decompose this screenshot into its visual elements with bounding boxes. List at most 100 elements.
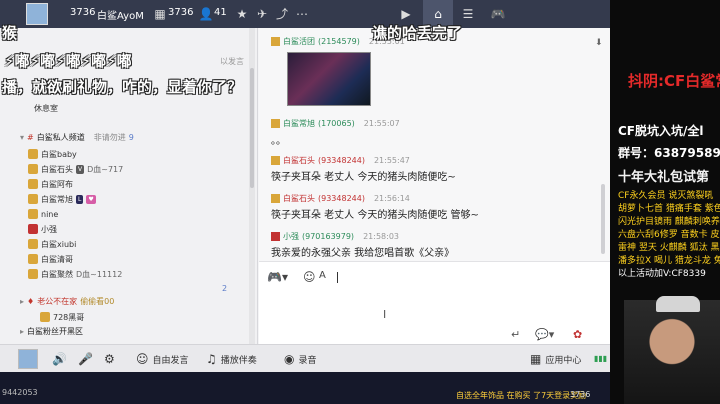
mouse-cursor-icon: I (383, 308, 387, 321)
stream-line-2: 群号：63879589 (618, 146, 720, 160)
member-name: 白鲨baby (41, 149, 77, 159)
member-row[interactable]: 白鲨石头 V D血~717 (28, 163, 123, 175)
share-icon[interactable]: ⤴ (274, 6, 290, 22)
scroll-thumb[interactable] (601, 184, 605, 254)
sender-name[interactable]: 白鲨活团 (283, 36, 315, 47)
member-row[interactable]: 白鲨xiubi (28, 238, 76, 250)
sender-name[interactable]: 白鲨石头 (283, 155, 315, 166)
free-speak-button[interactable]: ☺ 自由发言 (136, 352, 189, 366)
stream-yellow-line: 胡萝卜七首 猎痛手套 紫色 (618, 204, 720, 214)
vip-icon (271, 119, 280, 128)
gear-icon: ⚙ (104, 352, 115, 366)
chat-bubble-icon[interactable]: 💬▾ (535, 328, 554, 341)
room-number-small: 3736 (570, 390, 591, 399)
vip-icon (28, 194, 38, 204)
ad-banner-text: 自选全年饰品 在购买 了7天登录奖励 (456, 391, 587, 400)
group2-count: 2 (222, 284, 228, 293)
my-avatar[interactable] (18, 349, 38, 369)
member-row[interactable]: 白鲨baby (28, 148, 77, 160)
record-button[interactable]: ◉ 录音 (284, 352, 317, 366)
member-badge: D血~717 (87, 164, 124, 174)
app-center-button[interactable]: ▦ 应用中心 (530, 352, 581, 366)
danmaku-text: ⚡嘟⚡嘟⚡嘟⚡嘟⚡嘟 (4, 52, 132, 70)
speaker-icon: 🔊 (52, 352, 67, 366)
live-icon[interactable]: ▶ (398, 6, 414, 22)
sender-id: (970163979) (302, 232, 355, 241)
vip-icon (28, 209, 38, 219)
flower-icon[interactable]: ✿ (573, 328, 582, 341)
left-scrollbar[interactable] (249, 28, 255, 344)
group-note: 非请勿进 (93, 133, 126, 142)
expand-icon: ▸ (20, 327, 25, 336)
danmaku-text: 谯的哈丢完了 (372, 24, 463, 42)
message-body: 。。 (271, 136, 286, 147)
chat-input-area[interactable]: 🎮▾ ☺ A I ↵ 💬▾ ✿ (259, 262, 610, 344)
accompaniment-button[interactable]: ♫ 播放伴奏 (206, 352, 257, 366)
group-count: 9 (128, 133, 134, 142)
member-name: 728黑哥 (53, 312, 85, 322)
scroll-thumb[interactable] (250, 68, 254, 188)
record-icon: ◉ (284, 352, 295, 366)
member-row[interactable]: 728黑哥 (40, 311, 84, 323)
fans-group[interactable]: ▸ 白鲨粉丝开黑区 (20, 326, 83, 337)
member-name: 白鲨石头 (41, 164, 73, 174)
member-row[interactable]: nine (28, 208, 58, 220)
second-group[interactable]: ▸ ♦ 老公不在家 偷偷看00 (20, 296, 114, 307)
sender-name[interactable]: 白鲨常旭 (283, 118, 315, 129)
vip-icon (28, 179, 38, 189)
member-row[interactable]: 白鲨阿布 (28, 178, 73, 190)
plane-icon[interactable]: ✈ (254, 6, 270, 22)
sender-id: (170065) (318, 119, 355, 128)
fans-group-title: 白鲨粉丝开黑区 (27, 327, 84, 336)
member-name: 白鲨阿布 (41, 179, 73, 189)
member-row[interactable]: 白鲨常旭 L ♥ (28, 193, 96, 205)
stream-yellow-line: CF永久会员 说灭煞裂吼 (618, 191, 714, 201)
record-label: 录音 (298, 355, 317, 366)
stream-yellow-line: 雷神 翌天 火麒麟 狐汰 黑骑 (618, 243, 720, 253)
sender-name[interactable]: 小强 (283, 231, 299, 242)
member-name: 白鲨xiubi (41, 239, 77, 249)
message-time: 21:56:14 (373, 194, 410, 203)
game-bottom-strip: 9442053 自选全年饰品 在购买 了7天登录奖励 3736 (0, 372, 610, 404)
room-icon: ▦ (154, 7, 166, 21)
sender-name[interactable]: 白鲨石头 (283, 193, 315, 204)
enter-icon[interactable]: ↵ (511, 328, 520, 341)
gamepad-icon[interactable]: 🎮 (490, 6, 506, 22)
online-count: 41 (214, 7, 227, 18)
member-badge: D血~11112 (76, 269, 123, 279)
channel-avatar[interactable] (26, 3, 48, 25)
settings-button[interactable]: ⚙ (104, 352, 115, 366)
vip-icon (40, 312, 50, 322)
emoji-icon[interactable]: ☺ (303, 270, 316, 284)
private-channel-group[interactable]: ▾ # 白鲨私人频道 非请勿进 9 (20, 132, 134, 143)
group-title: 白鲨私人频道 (36, 133, 85, 142)
channel-id: 3736 (70, 7, 96, 18)
chat-message-header: 白鲨石头 (93348244) 21:55:47 (271, 155, 410, 166)
more-icon[interactable]: ⋯ (294, 6, 310, 22)
stream-last-line: 以上活动加V:CF8339 (618, 269, 706, 279)
font-icon[interactable]: A (319, 270, 326, 281)
member-name: 白鲨清哥 (41, 254, 73, 264)
expand-icon: ▾ (20, 133, 25, 142)
l-badge: L (76, 194, 84, 204)
rest-room[interactable]: 休息室 (34, 102, 58, 114)
mic-button[interactable]: 🎤 (78, 352, 93, 366)
message-body: 我亲爱的永强父亲 我给您唱首歌《父亲》 (271, 248, 455, 259)
speaker-button[interactable]: 🔊 (52, 352, 67, 366)
app-center-label: 应用中心 (545, 355, 582, 366)
member-row[interactable]: 小强 (28, 223, 57, 235)
text-caret (337, 272, 338, 283)
member-row[interactable]: 白鲨聚然 D血~11112 (28, 268, 122, 280)
gamepad-tool-icon[interactable]: 🎮▾ (267, 270, 288, 284)
mic-icon: 🎤 (78, 352, 93, 366)
list-icon[interactable]: ☰ (460, 6, 476, 22)
star-icon[interactable]: ★ (234, 6, 250, 22)
member-row[interactable]: 白鲨清哥 (28, 253, 73, 265)
channel-icon: # (27, 133, 34, 142)
message-time: 21:58:03 (363, 232, 399, 241)
speak-mode-label: 以发言 (220, 57, 244, 66)
chat-image[interactable] (287, 52, 371, 106)
chat-scrollbar[interactable] (599, 34, 607, 260)
smile-icon: ☺ (136, 352, 149, 366)
vip-icon (271, 194, 280, 203)
